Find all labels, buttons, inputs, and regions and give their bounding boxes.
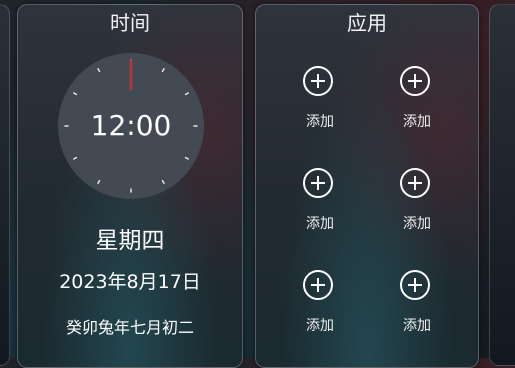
add-circle-icon[interactable] — [400, 270, 430, 300]
add-app-label: 添加 — [306, 318, 334, 334]
time-widget-card[interactable]: 时间 12:00 星期四 2023年8月17日 癸卯兔年七月初二 — [17, 4, 243, 368]
add-circle-icon[interactable] — [400, 66, 430, 96]
lunar-date-label: 癸卯兔年七月初二 — [65, 318, 194, 337]
right-edge-card[interactable] — [489, 4, 515, 366]
add-app-label: 添加 — [403, 216, 431, 232]
analog-clock: 12:00 — [58, 53, 204, 199]
date-label: 2023年8月17日 — [59, 271, 201, 293]
add-app-label: 添加 — [306, 114, 334, 130]
left-edge-card[interactable] — [0, 4, 10, 366]
add-app-slot-6[interactable]: 添加 — [377, 270, 457, 350]
apps-widget-card[interactable]: 应用 添加 添加 添加 添加 添加 添加 — [255, 4, 479, 368]
add-app-slot-2[interactable]: 添加 — [377, 66, 457, 146]
time-card-title: 时间 — [110, 11, 150, 35]
add-app-slot-5[interactable]: 添加 — [280, 270, 360, 350]
add-circle-icon[interactable] — [400, 168, 430, 198]
add-app-slot-4[interactable]: 添加 — [377, 168, 457, 248]
add-app-label: 添加 — [403, 318, 431, 334]
add-circle-icon[interactable] — [303, 270, 333, 300]
add-app-label: 添加 — [403, 114, 431, 130]
weekday-label: 星期四 — [95, 228, 165, 254]
add-app-label: 添加 — [306, 216, 334, 232]
clock-digital-time: 12:00 — [90, 109, 172, 142]
apps-card-title: 应用 — [347, 11, 387, 35]
add-app-slot-1[interactable]: 添加 — [280, 66, 360, 146]
add-circle-icon[interactable] — [303, 168, 333, 198]
add-circle-icon[interactable] — [303, 66, 333, 96]
add-app-slot-3[interactable]: 添加 — [280, 168, 360, 248]
